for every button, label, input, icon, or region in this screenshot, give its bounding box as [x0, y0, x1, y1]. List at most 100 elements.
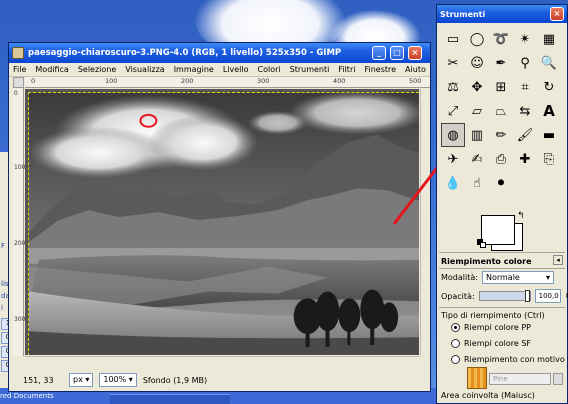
- maximize-button[interactable]: □: [390, 46, 404, 60]
- color-select-icon[interactable]: ▦: [537, 27, 561, 51]
- rotate-icon[interactable]: ↻: [537, 75, 561, 99]
- paths-icon[interactable]: ✒: [489, 51, 513, 75]
- bucket-fill-icon[interactable]: ◍: [441, 123, 465, 147]
- tool-grid: ▭ ◯ ➰ ✴ ▦ ✂ ☺ ✒ ⚲ 🔍 ⚖ ✥ ⊞ ⌗ ↻ ⤢ ▱ ⏢ ⇆ A …: [441, 27, 565, 195]
- fill-type-label: Tipo di riempimento (Ctrl): [441, 311, 545, 320]
- shear-icon[interactable]: ▱: [465, 99, 489, 123]
- ink-icon[interactable]: ✍: [465, 147, 489, 171]
- layer-info: Sfondo (1,9 MB): [142, 375, 208, 385]
- gimp-image-window: paesaggio-chiaroscuro-3.PNG-4.0 (RGB, 1 …: [8, 42, 431, 392]
- radio-fill-bg[interactable]: [451, 339, 460, 348]
- divider: [439, 268, 565, 269]
- tool-options-title: Riempimento colore: [441, 257, 532, 266]
- clone-icon[interactable]: ⎙: [489, 147, 513, 171]
- rect-select-icon[interactable]: ▭: [441, 27, 465, 51]
- mode-select[interactable]: Normale ▾: [481, 271, 554, 284]
- pencil-icon[interactable]: ✏: [489, 123, 513, 147]
- pattern-name-field[interactable]: Pine: [489, 373, 551, 385]
- vertical-ruler[interactable]: 0 100 200 300: [13, 88, 26, 356]
- airbrush-icon[interactable]: ✈: [441, 147, 465, 171]
- menu-visualizza[interactable]: Visualizza: [125, 65, 164, 74]
- menu-livello[interactable]: Livello: [223, 65, 249, 74]
- menu-filtri[interactable]: Filtri: [338, 65, 355, 74]
- image-statusbar: 151, 33 px ▾ 100% ▾ Sfondo (1,9 MB): [9, 369, 430, 391]
- image-window-title: paesaggio-chiaroscuro-3.PNG-4.0 (RGB, 1 …: [28, 48, 342, 58]
- crop-icon[interactable]: ⌗: [513, 75, 537, 99]
- flip-icon[interactable]: ⇆: [513, 99, 537, 123]
- perspective-icon[interactable]: ⏢: [489, 99, 513, 123]
- image-window-titlebar[interactable]: paesaggio-chiaroscuro-3.PNG-4.0 (RGB, 1 …: [9, 43, 430, 63]
- unit-selector[interactable]: px ▾: [69, 373, 94, 387]
- swap-colors-icon[interactable]: ↰: [517, 211, 525, 221]
- ruler-mark: 0: [31, 77, 36, 85]
- opacity-slider[interactable]: [478, 290, 531, 302]
- heal-icon[interactable]: ✚: [513, 147, 537, 171]
- divider: [439, 252, 565, 253]
- minimize-button[interactable]: _: [372, 46, 386, 60]
- image-menubar: File Modifica Selezione Visualizza Immag…: [9, 63, 430, 77]
- menu-strumenti[interactable]: Strumenti: [290, 65, 330, 74]
- opacity-slider-handle[interactable]: [524, 290, 530, 302]
- pattern-swatch[interactable]: [467, 367, 487, 389]
- fill-option-pattern[interactable]: Riempimento con motivo: [451, 355, 565, 364]
- eraser-icon[interactable]: ▬: [537, 123, 561, 147]
- close-button[interactable]: ×: [408, 46, 422, 60]
- fill-option-fg[interactable]: Riempi colore PP: [451, 323, 531, 332]
- blur-icon[interactable]: 💧: [441, 171, 465, 195]
- image-canvas[interactable]: [25, 89, 419, 355]
- landscape-photo[interactable]: [28, 92, 419, 355]
- menu-aiuto[interactable]: Aiuto: [405, 65, 426, 74]
- paintbrush-icon[interactable]: 🖌: [513, 123, 537, 147]
- unit-value: px: [73, 375, 83, 384]
- scale-icon[interactable]: ⤢: [441, 99, 465, 123]
- horizontal-scrollbar[interactable]: [25, 356, 420, 366]
- menu-finestre[interactable]: Finestre: [364, 65, 396, 74]
- opacity-label: Opacità:: [441, 291, 475, 301]
- menu-selezione[interactable]: Selezione: [78, 65, 116, 74]
- tool-options-menu-icon[interactable]: ◂: [553, 255, 563, 265]
- zoom-icon[interactable]: 🔍: [537, 51, 561, 75]
- mode-label: Modalità:: [441, 273, 478, 282]
- ruler-mark: 100: [105, 77, 118, 85]
- blend-icon[interactable]: ▥: [465, 123, 489, 147]
- opacity-input[interactable]: 100,0: [534, 289, 561, 303]
- taskbar-button[interactable]: [110, 394, 230, 404]
- color-picker-icon[interactable]: ⚲: [513, 51, 537, 75]
- menu-file[interactable]: File: [13, 65, 26, 74]
- mode-row: Modalità: Normale ▾: [441, 271, 554, 284]
- background-label: i: [1, 304, 3, 312]
- horizontal-ruler[interactable]: 0 100 200 300 400 500: [25, 77, 430, 88]
- lasso-icon[interactable]: ➰: [489, 27, 513, 51]
- fill-option-bg[interactable]: Riempi colore SF: [451, 339, 531, 348]
- spin-icon[interactable]: ⬍: [565, 292, 568, 300]
- gimp-toolbox: Strumenti × ▭ ◯ ➰ ✴ ▦ ✂ ☺ ✒ ⚲ 🔍 ⚖ ✥ ⊞ ⌗ …: [436, 4, 568, 404]
- taskbar-documents-label[interactable]: red Documents: [0, 392, 54, 400]
- ruler-mark: 200: [181, 77, 194, 85]
- text-icon[interactable]: A: [537, 99, 561, 123]
- zoom-value: 100%: [103, 375, 127, 384]
- menu-colori[interactable]: Colori: [258, 65, 281, 74]
- quick-mask-corner-button[interactable]: [13, 77, 24, 88]
- fill-option-label: Riempi colore PP: [464, 323, 531, 332]
- ellipse-select-icon[interactable]: ◯: [465, 27, 489, 51]
- perspective-clone-icon[interactable]: ⎘: [537, 147, 561, 171]
- align-icon[interactable]: ⊞: [489, 75, 513, 99]
- default-colors-icon[interactable]: [477, 239, 487, 249]
- toolbox-close-button[interactable]: ×: [550, 7, 564, 21]
- menu-modifica[interactable]: Modifica: [35, 65, 68, 74]
- dodge-burn-icon[interactable]: ⚫: [489, 171, 513, 195]
- fuzzy-select-icon[interactable]: ✴: [513, 27, 537, 51]
- zoom-selector[interactable]: 100% ▾: [99, 373, 137, 387]
- move-icon[interactable]: ✥: [465, 75, 489, 99]
- gimp-window-icon: [12, 47, 24, 59]
- measure-icon[interactable]: ⚖: [441, 75, 465, 99]
- menu-immagine[interactable]: Immagine: [174, 65, 214, 74]
- radio-fill-fg[interactable]: [451, 323, 460, 332]
- pattern-browse-button[interactable]: [553, 373, 563, 385]
- toolbox-titlebar[interactable]: Strumenti ×: [437, 5, 567, 23]
- foreground-select-icon[interactable]: ☺: [465, 51, 489, 75]
- smudge-icon[interactable]: ☝: [465, 171, 489, 195]
- scissors-icon[interactable]: ✂: [441, 51, 465, 75]
- radio-fill-pattern[interactable]: [451, 355, 460, 364]
- ruler-mark: 200: [14, 240, 26, 247]
